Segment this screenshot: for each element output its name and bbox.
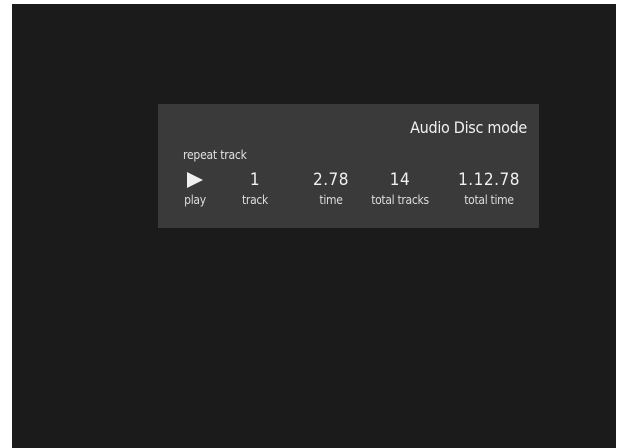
total-tracks-value: 14 xyxy=(389,170,411,190)
playback-state-label: play xyxy=(184,193,206,207)
total-time: 1.12.78 total time xyxy=(454,170,524,208)
mode-title: Audio Disc mode xyxy=(410,118,527,137)
audio-disc-info-panel: Audio Disc mode repeat track play 1 trac… xyxy=(158,104,539,228)
total-tracks-label: total tracks xyxy=(371,193,429,207)
current-track-value: 1 xyxy=(249,170,261,190)
total-time-value: 1.12.78 xyxy=(458,170,520,190)
elapsed-time: 2.78 time xyxy=(306,170,356,208)
total-time-label: total time xyxy=(464,193,514,207)
elapsed-time-value: 2.78 xyxy=(312,170,350,190)
total-tracks: 14 total tracks xyxy=(360,170,440,208)
playback-state: play xyxy=(180,170,210,208)
current-track: 1 track xyxy=(240,170,270,208)
player-screen: Audio Disc mode repeat track play 1 trac… xyxy=(12,4,616,448)
elapsed-time-label: time xyxy=(319,193,343,207)
play-icon xyxy=(187,172,203,188)
current-track-label: track xyxy=(242,193,268,207)
repeat-status: repeat track xyxy=(183,148,247,162)
